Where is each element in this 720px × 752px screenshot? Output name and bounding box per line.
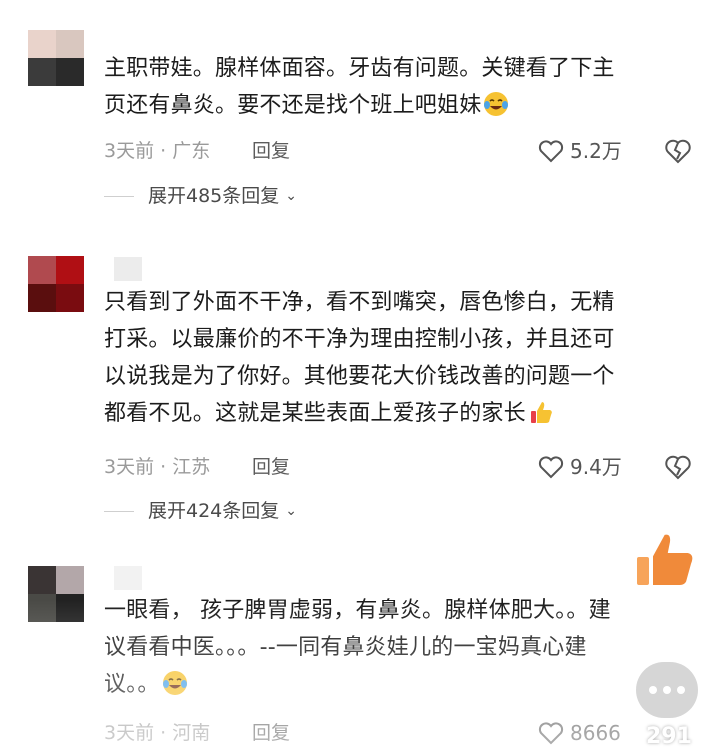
broken-heart-icon[interactable] xyxy=(664,453,692,481)
avatar-pixel xyxy=(28,594,56,622)
expand-replies-button[interactable]: 展开485条回复 ⌄ xyxy=(104,181,297,211)
like-count: 8666 xyxy=(570,721,621,745)
heart-outline-icon xyxy=(538,456,564,479)
divider-line xyxy=(104,510,134,512)
avatar-pixel xyxy=(28,256,56,284)
expand-replies-button[interactable]: 展开424条回复 ⌄ xyxy=(104,496,297,526)
like-button[interactable]: 8666 xyxy=(538,718,621,748)
comment-meta: 3天前 · 河南 回复 xyxy=(104,718,290,748)
avatar-pixel xyxy=(28,58,56,86)
avatar-pixel xyxy=(56,30,84,58)
avatar[interactable] xyxy=(28,566,84,622)
avatar-pixel xyxy=(28,284,56,312)
chevron-down-icon: ⌄ xyxy=(285,188,297,204)
time-location: 3天前 · 江苏 xyxy=(104,456,211,478)
like-count: 9.4万 xyxy=(570,455,622,479)
time-location: 3天前 · 广东 xyxy=(104,140,211,162)
time-location: 3天前 · 河南 xyxy=(104,722,211,744)
avatar-pixel xyxy=(56,594,84,622)
username-placeholder xyxy=(114,257,142,281)
heart-outline-icon xyxy=(538,140,564,163)
broken-heart-icon[interactable] xyxy=(664,137,692,165)
reply-button[interactable]: 回复 xyxy=(252,452,290,482)
comment-text: 一眼看， 孩子脾胃虚弱，有鼻炎。腺样体肥大。。建 议看看中医。。。--一同有鼻炎… xyxy=(104,598,611,697)
comment-dot xyxy=(677,686,685,694)
avatar[interactable] xyxy=(28,256,84,312)
thumbs-up-emoji-icon xyxy=(528,399,554,425)
like-button[interactable]: 5.2万 xyxy=(538,136,622,166)
avatar-pixel xyxy=(56,58,84,86)
comment-dot xyxy=(663,686,671,694)
reply-button[interactable]: 回复 xyxy=(252,718,290,748)
expand-replies-label: 展开485条回复 xyxy=(148,185,280,207)
floating-comment-button[interactable] xyxy=(636,662,698,718)
username-placeholder xyxy=(114,566,142,590)
avatar[interactable] xyxy=(28,30,84,86)
avatar-pixel xyxy=(56,284,84,312)
crying-laughing-emoji-icon xyxy=(162,670,188,696)
floating-thumbs-up-icon[interactable] xyxy=(632,528,698,592)
chevron-down-icon: ⌄ xyxy=(285,503,297,519)
comment-meta: 3天前 · 江苏 回复 xyxy=(104,452,290,482)
like-button[interactable]: 9.4万 xyxy=(538,452,622,482)
crying-laughing-emoji-icon xyxy=(483,91,509,117)
comment-dot xyxy=(649,686,657,694)
comment-meta: 3天前 · 广东 回复 xyxy=(104,136,290,166)
like-count: 5.2万 xyxy=(570,139,622,163)
reply-button[interactable]: 回复 xyxy=(252,136,290,166)
floating-comment-count: 291 xyxy=(646,724,692,749)
expand-replies-label: 展开424条回复 xyxy=(148,500,280,522)
comment-text: 只看到了外面不干净，看不到嘴突，唇色惨白，无精 打采。以最廉价的不干净为理由控制… xyxy=(104,290,615,426)
heart-outline-icon xyxy=(538,722,564,745)
avatar-pixel xyxy=(28,566,56,594)
comment-text: 主职带娃。腺样体面容。牙齿有问题。关键看了下主 页还有鼻炎。要不还是找个班上吧姐… xyxy=(104,56,615,118)
avatar-pixel xyxy=(56,256,84,284)
avatar-pixel xyxy=(28,30,56,58)
avatar-pixel xyxy=(56,566,84,594)
divider-line xyxy=(104,195,134,197)
